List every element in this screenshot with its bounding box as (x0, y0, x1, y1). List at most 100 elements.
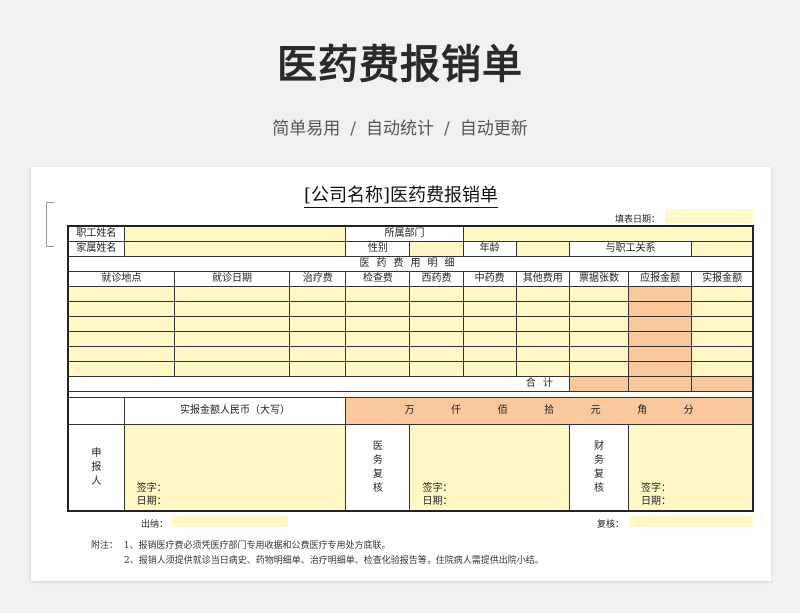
table-cell[interactable] (462, 331, 517, 347)
table-cell[interactable] (173, 301, 291, 317)
table-cell[interactable] (289, 346, 347, 362)
table-cell[interactable] (691, 331, 754, 347)
table-cell[interactable] (568, 286, 630, 302)
cashier-field[interactable] (172, 516, 288, 527)
amount-words-row: 实报金额人民币（大写） 万 仟 佰 拾 元 角 分 (67, 397, 754, 425)
table-cell[interactable] (691, 286, 754, 302)
applicant-sign-field[interactable]: 签字： 日期： (123, 424, 347, 512)
table-cell[interactable] (67, 346, 175, 362)
table-cell[interactable] (515, 301, 570, 317)
table-cell[interactable] (289, 301, 347, 317)
table-cell[interactable] (515, 331, 570, 347)
unit-label: 拾 (544, 405, 555, 416)
table-cell[interactable] (67, 286, 175, 302)
table-cell[interactable] (173, 346, 291, 362)
amount-words-lead (67, 397, 125, 425)
table-cell[interactable] (691, 361, 754, 377)
table-cell[interactable] (67, 316, 175, 332)
employee-name-field[interactable] (123, 225, 347, 242)
table-cell[interactable] (462, 286, 517, 302)
unit-label: 佰 (497, 405, 508, 416)
table-cell (628, 301, 693, 317)
finance-review-label: 财务复核 (593, 440, 604, 494)
table-cell[interactable] (67, 331, 175, 347)
table-cell[interactable] (173, 361, 291, 377)
note-item: 2、报销人须提供就诊当日病史、药物明细单、治疗明细单、检查化验报告等，住院病人需… (124, 556, 544, 566)
table-cell[interactable] (409, 361, 464, 377)
finance-review-sign-field[interactable]: 签字： 日期： (628, 424, 754, 512)
table-cell[interactable] (173, 331, 291, 347)
table-cell (628, 361, 693, 377)
table-cell[interactable] (515, 286, 570, 302)
gender-field[interactable] (409, 241, 464, 257)
medical-review-label: 医务复核 (372, 440, 383, 494)
section-title: 医药费用明细 (67, 256, 754, 272)
table-cell[interactable] (568, 346, 630, 362)
bracket-mark (46, 202, 54, 247)
family-name-field[interactable] (123, 241, 347, 257)
amount-words-field[interactable]: 万 仟 佰 拾 元 角 分 (345, 397, 754, 425)
table-cell[interactable] (409, 286, 464, 302)
table-cell[interactable] (462, 316, 517, 332)
table-cell[interactable] (67, 301, 175, 317)
table-cell[interactable] (515, 316, 570, 332)
table-cell[interactable] (568, 316, 630, 332)
review-field[interactable] (629, 516, 753, 527)
table-row (67, 361, 754, 377)
table-cell[interactable] (568, 301, 630, 317)
table-cell[interactable] (409, 331, 464, 347)
department-field[interactable] (462, 225, 754, 242)
table-cell[interactable] (345, 301, 411, 317)
signature-row: 申报人 签字： 日期： 医务复核 签字： 日期： 财务复核 签字： 日期： (67, 424, 754, 512)
column-header: 票据张数 (568, 271, 630, 287)
medical-review-sign-field[interactable]: 签字： 日期： (409, 424, 570, 512)
table-cell[interactable] (289, 316, 347, 332)
table-cell[interactable] (515, 346, 570, 362)
table-cell (628, 346, 693, 362)
table-cell[interactable] (691, 346, 754, 362)
reimbursement-table: 职工姓名 所属部门 家属姓名 性别 年龄 与职工关系 医药费用明细 就诊地点 就 (67, 225, 754, 512)
section-title-row: 医药费用明细 (67, 256, 754, 272)
total-receipts-cell (568, 376, 630, 392)
note-item: 附注： 1、报销医疗费必须凭医疗部门专用收据和公费医疗专用处方底联。 (91, 541, 391, 551)
table-cell[interactable] (173, 316, 291, 332)
table-cell[interactable] (568, 361, 630, 377)
unit-label: 元 (590, 405, 601, 416)
date-label: 日期： (641, 496, 672, 507)
table-cell[interactable] (409, 301, 464, 317)
table-cell[interactable] (409, 316, 464, 332)
table-cell[interactable] (345, 316, 411, 332)
applicant-label-cell: 申报人 (67, 424, 125, 512)
total-claimed-cell (628, 376, 693, 392)
table-cell[interactable] (515, 361, 570, 377)
table-cell[interactable] (345, 286, 411, 302)
table-cell[interactable] (409, 346, 464, 362)
table-cell[interactable] (462, 346, 517, 362)
table-cell[interactable] (67, 361, 175, 377)
total-row: 合 计 (67, 376, 754, 392)
column-header: 其他费用 (515, 271, 570, 287)
tagline-item: 自动统计 (366, 119, 434, 139)
table-cell[interactable] (345, 361, 411, 377)
table-cell[interactable] (691, 316, 754, 332)
table-cell[interactable] (568, 331, 630, 347)
table-cell (628, 331, 693, 347)
table-cell[interactable] (345, 331, 411, 347)
table-cell[interactable] (345, 346, 411, 362)
tagline-item: 自动更新 (459, 119, 528, 139)
relation-field[interactable] (691, 241, 754, 257)
total-actual-cell (691, 376, 754, 392)
table-cell[interactable] (462, 361, 517, 377)
table-cell[interactable] (289, 361, 347, 377)
table-cell[interactable] (289, 286, 347, 302)
table-row (67, 346, 754, 362)
table-cell[interactable] (173, 286, 291, 302)
column-header-row: 就诊地点 就诊日期 治疗费 检查费 西药费 中药费 其他费用 票据张数 应报金额… (67, 271, 754, 287)
table-cell[interactable] (691, 301, 754, 317)
unit-label: 角 (637, 405, 648, 416)
age-field[interactable] (515, 241, 570, 257)
age-label: 年龄 (462, 241, 517, 257)
table-cell[interactable] (289, 331, 347, 347)
fill-date-field[interactable] (665, 209, 753, 223)
table-cell[interactable] (462, 301, 517, 317)
